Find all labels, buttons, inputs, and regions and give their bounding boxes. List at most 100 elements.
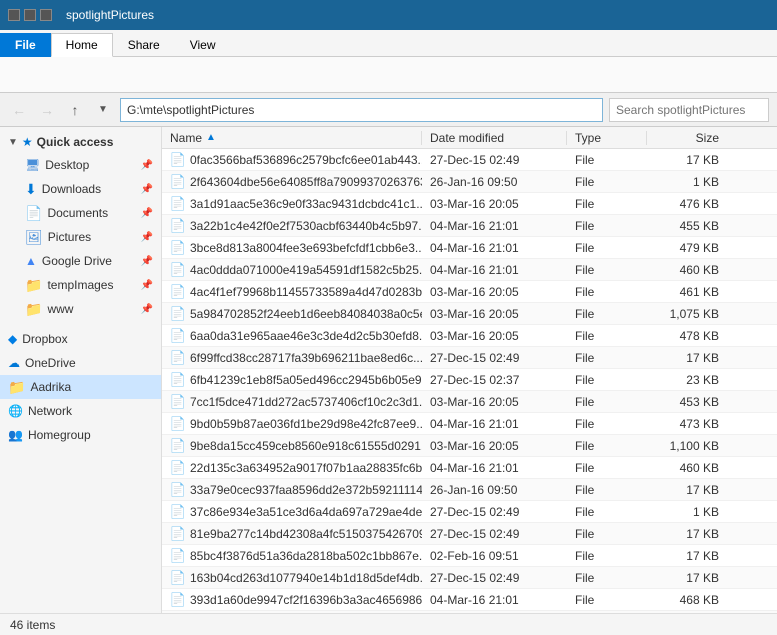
pin-icon: 📌	[141, 256, 153, 267]
search-input[interactable]	[609, 98, 769, 122]
file-type: File	[567, 527, 647, 541]
back-button[interactable]: ←	[8, 99, 30, 121]
file-list: Name ▲ Date modified Type Size 📄 0fac356…	[162, 127, 777, 613]
dropbox-icon: ◆	[8, 332, 17, 346]
sidebar-homegroup-label: Homegroup	[28, 428, 153, 442]
tab-home[interactable]: Home	[51, 33, 113, 57]
file-size: 461 KB	[647, 285, 727, 299]
sidebar-item-downloads[interactable]: ⬇ Downloads 📌	[0, 177, 161, 201]
file-size: 17 KB	[647, 351, 727, 365]
file-size: 1 KB	[647, 175, 727, 189]
file-date: 03-Mar-16 20:05	[422, 329, 567, 343]
file-name: 📄 6fb41239c1eb8f5a05ed496cc2945b6b05e9..…	[162, 372, 422, 388]
file-icon: 📄	[170, 196, 186, 212]
file-name: 📄 4ac0ddda071000e419a54591df1582c5b25...	[162, 262, 422, 278]
table-row[interactable]: 📄 22d135c3a634952a9017f07b1aa28835fc6b..…	[162, 457, 777, 479]
file-icon: 📄	[170, 548, 186, 564]
file-rows-container: 📄 0fac3566baf536896c2579bcfc6ee01ab443..…	[162, 149, 777, 613]
file-name: 📄 3bce8d813a8004fee3e693befcfdf1cbb6e3..…	[162, 240, 422, 256]
file-type: File	[567, 263, 647, 277]
table-row[interactable]: 📄 393d1a60de9947cf2f16396b3a3ac4656986..…	[162, 589, 777, 611]
sidebar-item-network[interactable]: 🌐 Network	[0, 399, 161, 423]
file-date: 27-Dec-15 02:49	[422, 351, 567, 365]
tab-share[interactable]: Share	[113, 33, 175, 57]
table-row[interactable]: 📄 4ac0ddda071000e419a54591df1582c5b25...…	[162, 259, 777, 281]
downloads-icon: ⬇	[25, 181, 37, 198]
column-name[interactable]: Name ▲	[162, 131, 422, 145]
up-button[interactable]: ↑	[64, 99, 86, 121]
sidebar-www-label: www	[47, 302, 135, 316]
tab-file[interactable]: File	[0, 33, 51, 57]
table-row[interactable]: 📄 3bce8d813a8004fee3e693befcfdf1cbb6e3..…	[162, 237, 777, 259]
sidebar-item-www[interactable]: 📁 www 📌	[0, 297, 161, 321]
sidebar-item-homegroup[interactable]: 👥 Homegroup	[0, 423, 161, 447]
table-row[interactable]: 📄 4ac4f1ef79968b11455733589a4d47d0283b..…	[162, 281, 777, 303]
table-row[interactable]: 📄 3a22b1c4e42f0e2f7530acbf63440b4c5b97..…	[162, 215, 777, 237]
minimize-icon[interactable]	[8, 9, 20, 21]
sidebar-item-tempimages[interactable]: 📁 tempImages 📌	[0, 273, 161, 297]
file-type: File	[567, 329, 647, 343]
sidebar-item-onedrive[interactable]: ☁ OneDrive	[0, 351, 161, 375]
table-row[interactable]: 📄 7cc1f5dce471dd272ac5737406cf10c2c3d1..…	[162, 391, 777, 413]
file-date: 26-Jan-16 09:50	[422, 175, 567, 189]
table-row[interactable]: 📄 33a79e0cec937faa8596dd2e372b59211114..…	[162, 479, 777, 501]
ribbon-tabs: File Home Share View	[0, 30, 777, 56]
maximize-icon[interactable]	[24, 9, 36, 21]
address-input[interactable]	[120, 98, 603, 122]
table-row[interactable]: 📄 9bd0b59b87ae036fd1be29d98e42fc87ee9...…	[162, 413, 777, 435]
column-size[interactable]: Size	[647, 131, 727, 145]
table-row[interactable]: 📄 6fb41239c1eb8f5a05ed496cc2945b6b05e9..…	[162, 369, 777, 391]
sidebar-item-documents[interactable]: 📄 Documents 📌	[0, 201, 161, 225]
quick-access-header[interactable]: ▼ ★ Quick access	[0, 131, 161, 153]
file-type: File	[567, 175, 647, 189]
sidebar-onedrive-label: OneDrive	[25, 356, 153, 370]
homegroup-icon: 👥	[8, 428, 23, 442]
file-date: 03-Mar-16 20:05	[422, 285, 567, 299]
table-row[interactable]: 📄 163b04cd263d1077940e14b1d18d5def4db...…	[162, 567, 777, 589]
file-name: 📄 163b04cd263d1077940e14b1d18d5def4db...	[162, 570, 422, 586]
table-row[interactable]: 📄 37c86e934e3a51ce3d6a4da697a729ae4de...…	[162, 501, 777, 523]
file-name: 📄 81e9ba277c14bd42308a4fc5150375426709..…	[162, 526, 422, 542]
sidebar-downloads-label: Downloads	[42, 182, 136, 196]
column-type[interactable]: Type	[567, 131, 647, 145]
file-type: File	[567, 285, 647, 299]
window-title: spotlightPictures	[66, 8, 154, 22]
file-name: 📄 33a79e0cec937faa8596dd2e372b59211114..…	[162, 482, 422, 498]
table-row[interactable]: 📄 5a984702852f24eeb1d6eeb84084038a0c5e..…	[162, 303, 777, 325]
table-row[interactable]: 📄 0fac3566baf536896c2579bcfc6ee01ab443..…	[162, 149, 777, 171]
file-size: 1,075 KB	[647, 307, 727, 321]
pin-icon: 📌	[141, 280, 153, 291]
table-row[interactable]: 📄 2f643604dbe56e64085ff8a79099370263763.…	[162, 171, 777, 193]
file-date: 27-Dec-15 02:49	[422, 527, 567, 541]
tab-view[interactable]: View	[175, 33, 231, 57]
sidebar-item-desktop[interactable]: 🖥 Desktop 📌	[0, 153, 161, 177]
file-size: 1 KB	[647, 505, 727, 519]
folder-icon: 📁	[25, 277, 42, 294]
file-list-header: Name ▲ Date modified Type Size	[162, 127, 777, 149]
sidebar-item-googledrive[interactable]: ▲ Google Drive 📌	[0, 249, 161, 273]
table-row[interactable]: 📄 81e9ba277c14bd42308a4fc5150375426709..…	[162, 523, 777, 545]
recent-button[interactable]: ▼	[92, 99, 114, 121]
file-icon: 📄	[170, 526, 186, 542]
table-row[interactable]: 📄 85bc4f3876d51a36da2818ba502c1bb867e...…	[162, 545, 777, 567]
file-date: 27-Dec-15 02:49	[422, 505, 567, 519]
sidebar-item-dropbox[interactable]: ◆ Dropbox	[0, 327, 161, 351]
file-date: 26-Jan-16 09:50	[422, 483, 567, 497]
column-date[interactable]: Date modified	[422, 131, 567, 145]
table-row[interactable]: 📄 6aa0da31e965aae46e3c3de4d2c5b30efd8...…	[162, 325, 777, 347]
table-row[interactable]: 📄 3a1d91aac5e36c9e0f33ac9431dcbdc41c1...…	[162, 193, 777, 215]
close-icon[interactable]	[40, 9, 52, 21]
table-row[interactable]: 📄 9be8da15cc459ceb8560e918c61555d0291...…	[162, 435, 777, 457]
forward-button[interactable]: →	[36, 99, 58, 121]
file-name: 📄 3a22b1c4e42f0e2f7530acbf63440b4c5b97..…	[162, 218, 422, 234]
file-icon: 📄	[170, 416, 186, 432]
file-icon: 📄	[170, 504, 186, 520]
table-row[interactable]: 📄 543b58b97e4636627a1e77faf46d60891e35..…	[162, 611, 777, 613]
sidebar-item-pictures[interactable]: 🖼 Pictures 📌	[0, 225, 161, 249]
sidebar-item-aadrika[interactable]: 📁 Aadrika	[0, 375, 161, 399]
file-icon: 📄	[170, 394, 186, 410]
folder-icon: 📁	[8, 379, 25, 396]
file-icon: 📄	[170, 262, 186, 278]
file-size: 478 KB	[647, 329, 727, 343]
table-row[interactable]: 📄 6f99ffcd38cc28717fa39b696211bae8ed6c..…	[162, 347, 777, 369]
